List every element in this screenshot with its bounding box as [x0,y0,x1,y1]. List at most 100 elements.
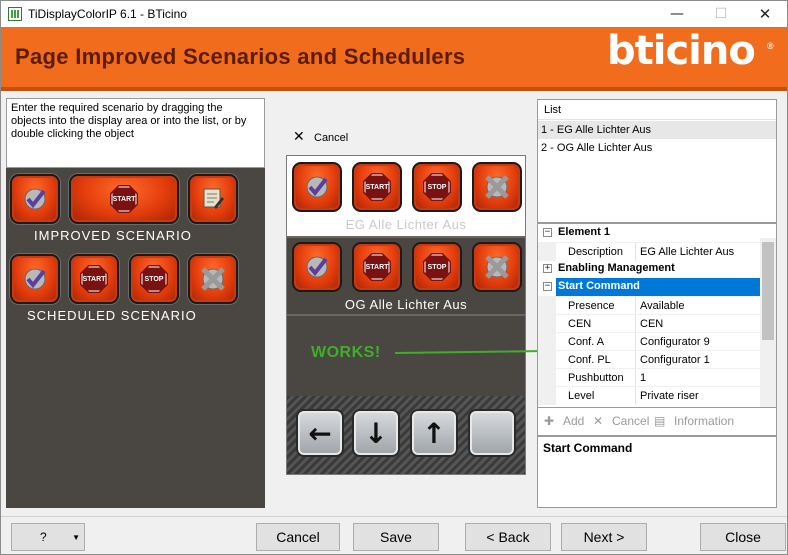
row2-label: OG Alle Lichter Aus [344,297,468,312]
property-value[interactable]: 1 [640,372,646,384]
add-icon: ✚ [544,414,555,428]
checkmark-icon [24,188,46,210]
property-key: Conf. PL [568,354,611,366]
property-row[interactable]: Presence Available [538,296,760,315]
page-header: Page Improved Scenarios and Schedulers b… [1,27,787,91]
display-area[interactable]: START STOP EG Alle Lichter Aus START STO… [286,155,553,475]
property-toolbar: ✚ Add ✕ Cancel ▤ Information [537,408,777,436]
instructions-text: Enter the required scenario by dragging … [6,98,265,168]
property-row[interactable]: Conf. A Configurator 9 [538,332,760,351]
nav-empty-button[interactable] [468,409,516,457]
scheduled-scenario-stop-tile[interactable]: STOP [129,254,179,304]
list-item[interactable]: 1 - EG Alle Lichter Aus [538,121,776,139]
app-icon [8,7,22,21]
add-button[interactable]: Add [563,414,584,428]
app-window: TiDisplayColorIP 6.1 - BTicino — ☐ ✕ Pag… [0,0,788,555]
property-row[interactable]: Conf. PL Configurator 1 [538,350,760,369]
property-key: Level [568,390,595,402]
category-label: Element 1 [558,226,610,238]
scheduled-scenario-check-tile[interactable] [10,254,60,304]
scrollbar-thumb[interactable] [762,242,774,340]
checkmark-icon [306,176,328,198]
list-header: List [538,100,776,120]
collapse-icon[interactable]: − [543,282,552,291]
property-value[interactable]: EG Alle Lichter Aus [640,246,734,258]
nav-up-button[interactable]: ↑ [410,409,458,457]
property-value[interactable]: CEN [640,318,663,330]
stop-sign-icon: STOP [423,253,451,281]
property-row[interactable]: Pushbutton 1 [538,368,760,387]
minimize-button[interactable]: — [655,1,699,27]
category-label: Enabling Management [558,262,675,274]
checkmark-icon [24,268,46,290]
display-cancel-label: Cancel [314,132,349,144]
help-dropdown[interactable]: ? ▼ [11,523,85,551]
scenario-list[interactable]: List 1 - EG Alle Lichter Aus 2 - OG Alle… [537,99,777,223]
property-row[interactable]: Description EG Alle Lichter Aus [538,242,760,261]
information-icon: ▤ [654,414,666,428]
scheduled-scenario-disable-tile[interactable] [188,254,238,304]
row2-disable-tile[interactable] [472,242,522,292]
property-row[interactable]: Level Private riser [538,386,760,405]
list-item[interactable]: 2 - OG Alle Lichter Aus [538,139,776,157]
row-separator [287,314,525,316]
close-window-button[interactable]: ✕ [743,1,787,27]
row1-start-tile[interactable]: START [352,162,402,212]
property-value[interactable]: Configurator 9 [640,336,710,348]
cancel-button[interactable]: Cancel [256,523,340,551]
improved-scenario-check-tile[interactable] [10,174,60,224]
row2-check-tile[interactable] [292,242,342,292]
cancel-x-icon: ✕ [293,129,305,145]
row1-check-tile[interactable] [292,162,342,212]
improved-scenario-label: IMPROVED SCENARIO [34,228,192,243]
property-row[interactable]: CEN CEN [538,314,760,333]
property-value[interactable]: Configurator 1 [640,354,710,366]
category-label: Start Command [558,280,640,292]
row2-start-tile[interactable]: START [352,242,402,292]
improved-scenario-start-tile[interactable]: START [69,174,179,224]
scheduled-scenario-start-tile[interactable]: START [69,254,119,304]
improved-scenario-edit-tile[interactable] [188,174,238,224]
information-button[interactable]: Information [674,414,734,428]
disabled-cross-icon [201,267,225,291]
property-key: Presence [568,300,615,312]
back-button[interactable]: < Back [465,523,551,551]
next-button[interactable]: Next > [561,523,647,551]
row1-stop-tile[interactable]: STOP [412,162,462,212]
start-sign-icon: START [363,173,391,201]
property-scrollbar[interactable] [760,238,776,407]
category-element[interactable]: − Element 1 [538,224,760,242]
row2-stop-tile[interactable]: STOP [412,242,462,292]
annotation-arrow-icon [395,346,553,356]
nav-left-button[interactable]: ← [296,409,344,457]
navigation-bar: ← ↓ ↑ [287,396,525,474]
category-enabling[interactable]: + Enabling Management [538,260,760,278]
property-value[interactable]: Available [640,300,684,312]
document-edit-icon [203,188,224,209]
object-palette: START IMPROVED SCENARIO START STOP SCHED… [6,168,265,508]
scheduled-scenario-label: SCHEDULED SCENARIO [27,308,197,323]
stop-sign-icon: STOP [140,265,168,293]
window-title: TiDisplayColorIP 6.1 - BTicino [28,7,187,21]
works-annotation: WORKS! [311,344,381,361]
property-grid[interactable]: − Element 1 Description EG Alle Lichter … [537,223,777,408]
maximize-button[interactable]: ☐ [699,1,743,27]
category-start-command[interactable]: − Start Command [538,278,760,296]
property-value[interactable]: Private riser [640,390,699,402]
start-sign-icon: START [363,253,391,281]
property-cancel-button[interactable]: Cancel [612,414,649,428]
property-description: Start Command [537,436,777,508]
display-cancel-button[interactable]: ✕ Cancel [287,127,357,149]
start-sign-icon: START [110,185,138,213]
expand-icon[interactable]: + [543,264,552,273]
collapse-icon[interactable]: − [543,228,552,237]
start-sign-label: START [365,183,389,191]
registered-mark: ® [767,41,774,51]
footer-bar: ? ▼ Cancel Save < Back Next > Close [1,516,787,554]
nav-down-button[interactable]: ↓ [352,409,400,457]
start-sign-icon: START [80,265,108,293]
close-button[interactable]: Close [700,523,786,551]
row1-disable-tile[interactable] [472,162,522,212]
bticino-logo: bticino [607,28,756,74]
save-button[interactable]: Save [353,523,439,551]
